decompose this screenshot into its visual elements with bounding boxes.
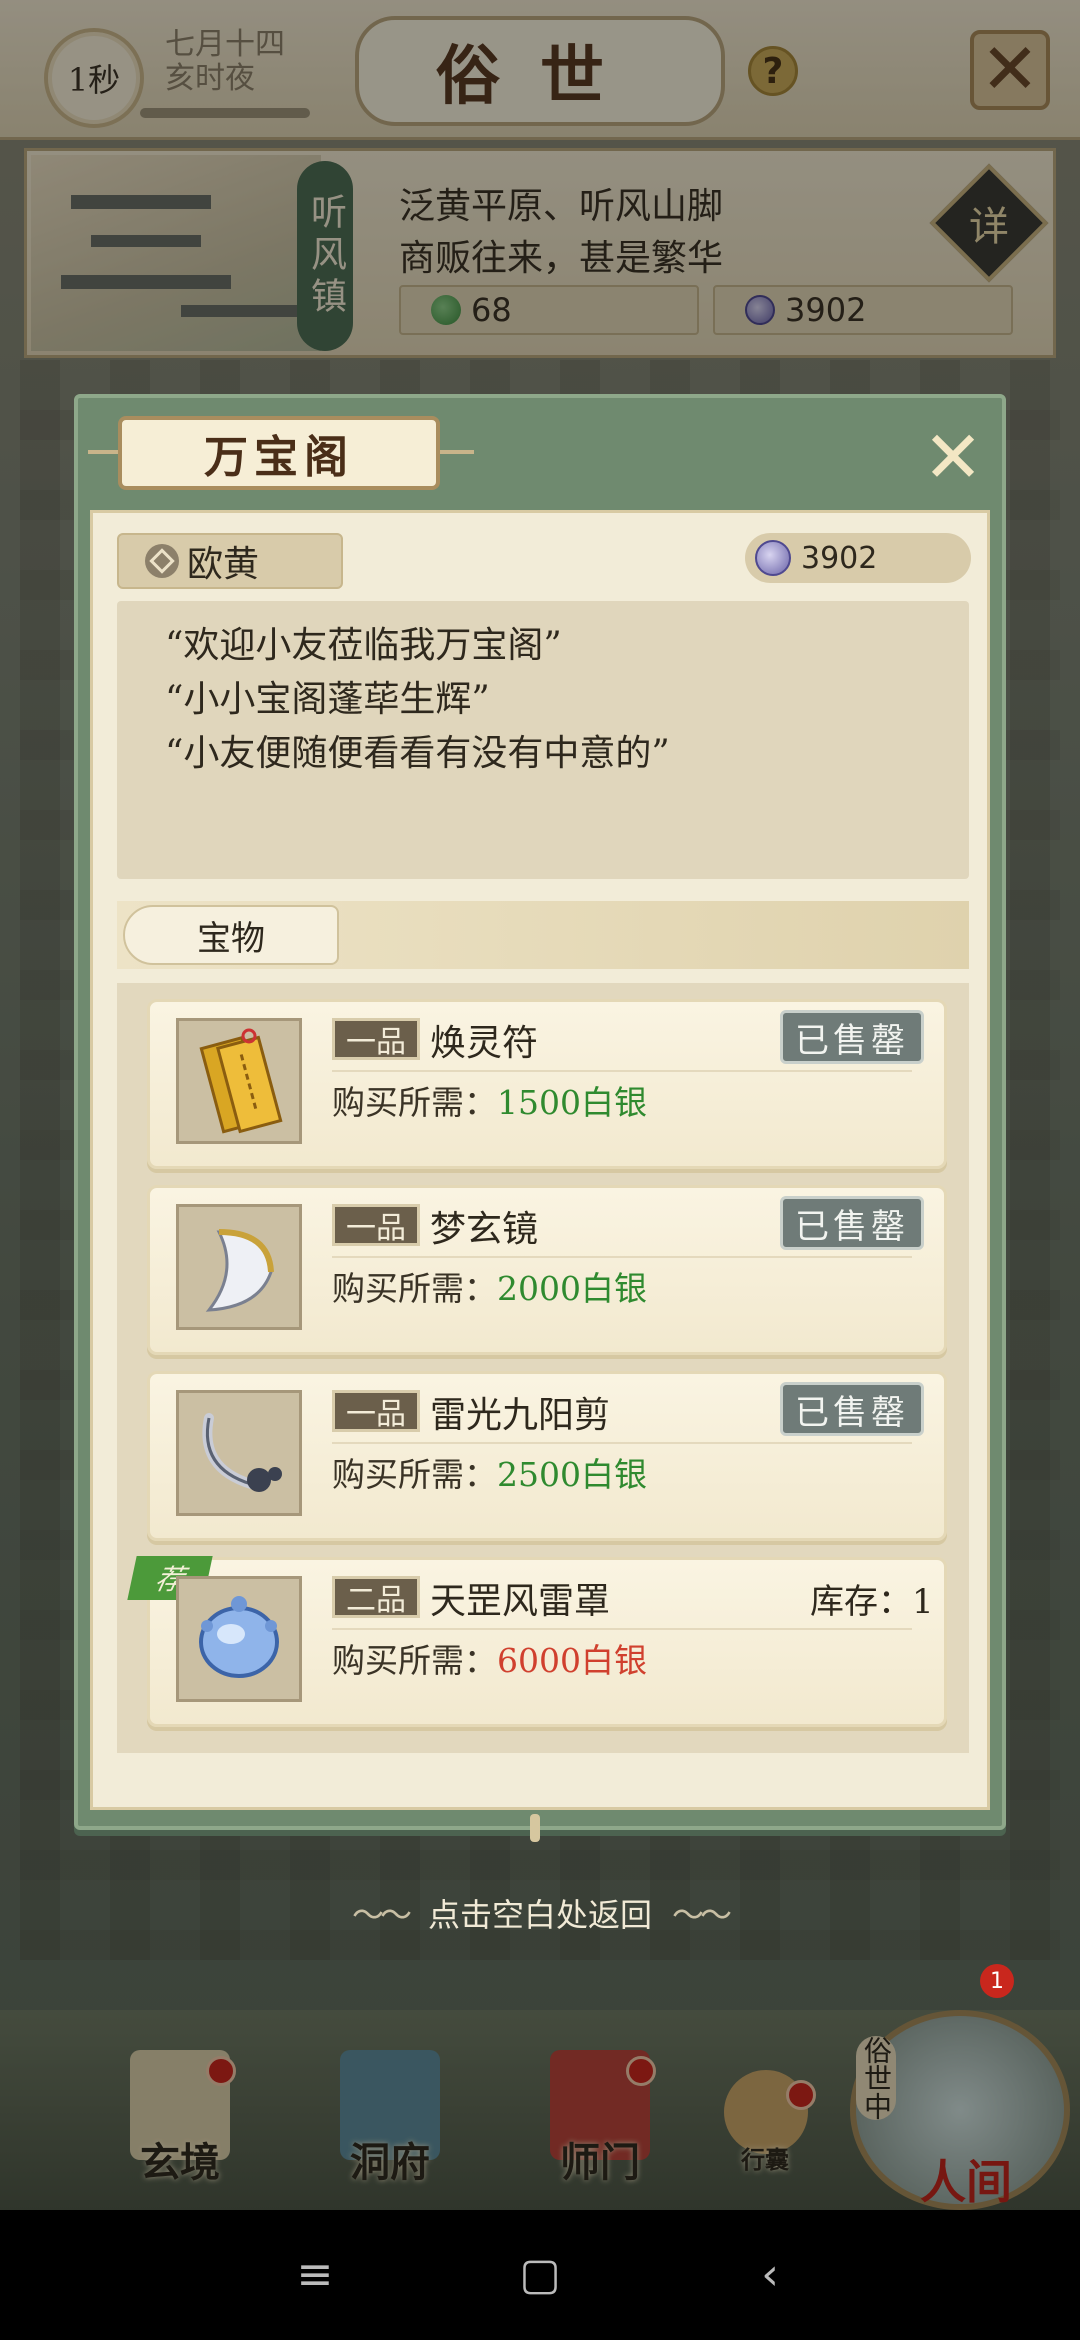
grade-tag: 一品: [332, 1018, 420, 1060]
shop-close-button[interactable]: ✕: [916, 420, 990, 494]
grade-tag: 二品: [332, 1576, 420, 1618]
shop-title: 万宝阁: [118, 416, 440, 490]
merchant-name: 欧黄: [187, 544, 260, 585]
shop-item-card[interactable]: 荐 二品 天罡风雷罩 库存：1 购买所需：6000白银: [127, 1556, 947, 1727]
grade-tag: 一品: [332, 1390, 420, 1432]
item-price: 购买所需：2000白银: [332, 1262, 647, 1310]
divider: [332, 1442, 912, 1444]
item-name: 雷光九阳剪: [430, 1395, 611, 1436]
price-prefix: 购买所需：: [332, 1083, 497, 1122]
sold-out-badge: 已售罄: [780, 1010, 924, 1064]
system-nav-bar: ≡ ▢ ‹: [0, 2210, 1080, 2340]
shield-icon: [176, 1576, 302, 1702]
notification-badge: 1: [980, 1964, 1014, 1998]
price-prefix: 购买所需：: [332, 1641, 497, 1680]
shop-content: 欧黄 3902 “欢迎小友莅临我万宝阁” “小小宝阁蓬荜生辉” “小友便随便看看…: [90, 510, 990, 1810]
shop-modal: 万宝阁 ✕ 欧黄 3902 “欢迎小友莅临我万宝阁” “小小宝阁蓬荜生辉” “小…: [74, 394, 1006, 1842]
greeting-line: “小小宝阁蓬荜生辉”: [165, 679, 490, 720]
shop-item-card[interactable]: 一品 梦玄镜 已售罄 购买所需：2000白银: [147, 1185, 947, 1355]
plaque-ornament: [440, 450, 474, 454]
item-name: 焕灵符: [430, 1023, 539, 1064]
tab-treasure[interactable]: 宝物: [123, 905, 339, 965]
stock-count: 库存：1: [810, 1582, 934, 1622]
divider: [332, 1070, 912, 1072]
price-value: 6000白银: [497, 1641, 647, 1680]
talisman-icon: [176, 1018, 302, 1144]
modal-ornament: [530, 1814, 540, 1842]
mirror-icon: [176, 1204, 302, 1330]
sold-out-badge: 已售罄: [780, 1196, 924, 1250]
price-value: 2500白银: [497, 1455, 647, 1494]
scissors-icon: [176, 1390, 302, 1516]
item-list[interactable]: 一品 焕灵符 已售罄 购买所需：1500白银 一品 梦玄镜 已售罄 购买所需：2…: [117, 983, 969, 1753]
merchant-icon: [145, 544, 179, 578]
item-name: 梦玄镜: [430, 1209, 539, 1250]
item-name: 天罡风雷罩: [430, 1581, 611, 1622]
home-icon[interactable]: ▢: [505, 2240, 575, 2310]
back-icon[interactable]: ‹: [735, 2240, 805, 2310]
shop-silver-value: 3902: [801, 540, 878, 576]
plaque-ornament: [88, 450, 122, 454]
item-price: 购买所需：6000白银: [332, 1634, 647, 1682]
price-prefix: 购买所需：: [332, 1455, 497, 1494]
menu-icon[interactable]: ≡: [280, 2240, 350, 2310]
item-price: 购买所需：2500白银: [332, 1448, 647, 1496]
merchant-name-tag: 欧黄: [117, 533, 343, 589]
section-tab-bar: 宝物: [117, 901, 969, 969]
price-value: 1500白银: [497, 1083, 647, 1122]
greeting-line: “欢迎小友莅临我万宝阁”: [165, 625, 562, 666]
shop-item-card[interactable]: 一品 焕灵符 已售罄 购买所需：1500白银: [147, 999, 947, 1169]
grade-tag: 一品: [332, 1204, 420, 1246]
tap-to-return-hint: 点击空白处返回: [0, 1890, 1080, 1936]
divider: [332, 1256, 912, 1258]
item-price: 购买所需：1500白银: [332, 1076, 647, 1124]
merchant-greeting: “欢迎小友莅临我万宝阁” “小小宝阁蓬荜生辉” “小友便随便看看有没有中意的”: [117, 601, 969, 879]
price-value: 2000白银: [497, 1269, 647, 1308]
greeting-line: “小友便随便看看有没有中意的”: [165, 733, 670, 774]
close-icon: ✕: [922, 415, 984, 499]
silver-coin-icon: [755, 540, 791, 576]
shop-item-card[interactable]: 一品 雷光九阳剪 已售罄 购买所需：2500白银: [147, 1371, 947, 1541]
price-prefix: 购买所需：: [332, 1269, 497, 1308]
divider: [332, 1628, 912, 1630]
shop-silver-counter: 3902: [745, 533, 971, 583]
sold-out-badge: 已售罄: [780, 1382, 924, 1436]
